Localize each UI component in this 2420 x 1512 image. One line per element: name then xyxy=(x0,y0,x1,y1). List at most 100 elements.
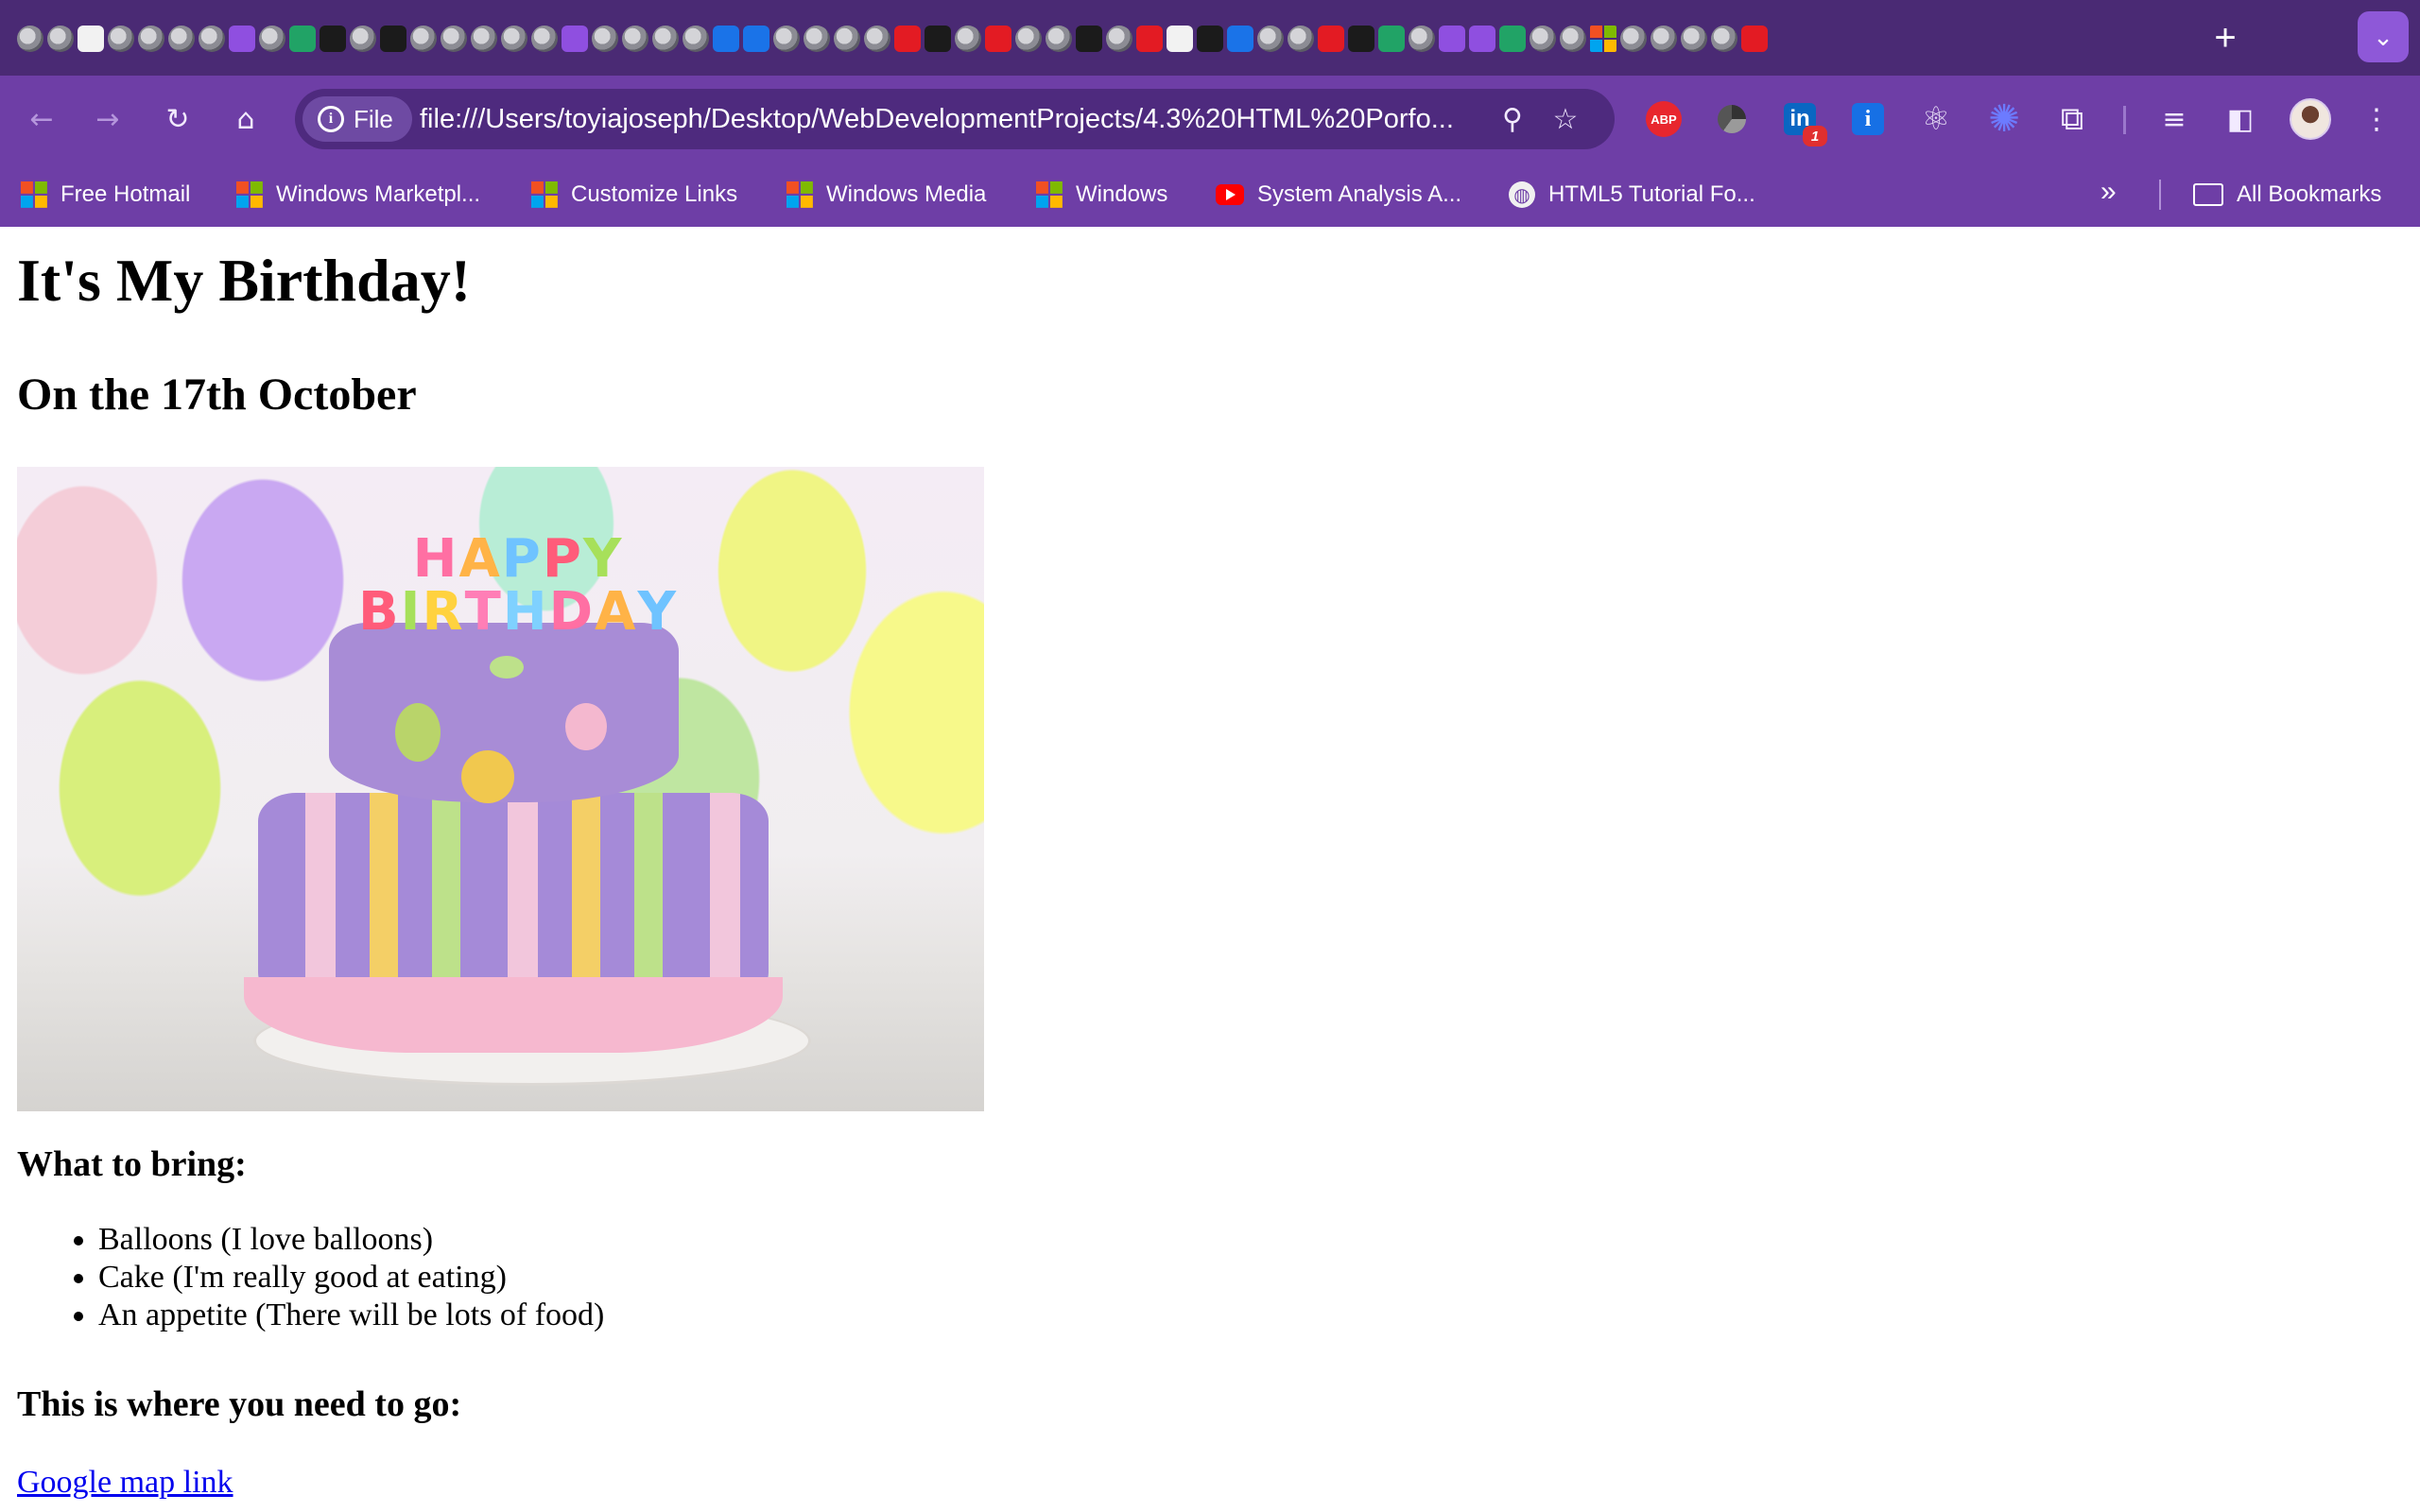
tab-favicon-icon[interactable] xyxy=(1076,26,1102,52)
profile-avatar[interactable] xyxy=(2290,98,2331,140)
extension-sun-button[interactable]: ✺ xyxy=(1981,96,2027,142)
tab-favicon-icon[interactable] xyxy=(1499,26,1526,52)
tab-favicon-icon[interactable] xyxy=(1560,26,1586,52)
tab-favicon-icon[interactable] xyxy=(1318,26,1344,52)
side-panel-button[interactable]: ◧ xyxy=(2218,96,2263,142)
tab-favicon-icon[interactable] xyxy=(531,26,558,52)
tab-favicon-icon[interactable] xyxy=(410,26,437,52)
url-text[interactable]: file:///Users/toyiajoseph/Desktop/WebDev… xyxy=(420,89,1497,149)
tab-favicon-icon[interactable] xyxy=(894,26,921,52)
tab-favicon-icon[interactable] xyxy=(1167,26,1193,52)
tab-favicon-icon[interactable] xyxy=(199,26,225,52)
web-page: It's My Birthday! On the 17th October HA… xyxy=(0,227,2420,1512)
tab-favicon-icon[interactable] xyxy=(1409,26,1435,52)
tab-favicon-icon[interactable] xyxy=(1197,26,1223,52)
bookmark-html5-tutorial[interactable]: ◍ HTML5 Tutorial Fo... xyxy=(1509,176,1755,214)
cake-dot xyxy=(565,703,607,750)
tab-favicon-icon[interactable] xyxy=(804,26,830,52)
all-bookmarks-button[interactable]: All Bookmarks xyxy=(2193,176,2381,214)
extension-button[interactable] xyxy=(1709,96,1754,142)
tab-search-button[interactable]: ⌄ xyxy=(2358,11,2409,62)
tab-favicon-icon[interactable] xyxy=(773,26,800,52)
adblock-extension-button[interactable]: ABP xyxy=(1641,96,1686,142)
bookmark-system-analysis[interactable]: System Analysis A... xyxy=(1216,176,1461,214)
tab-favicon-icon[interactable] xyxy=(1681,26,1707,52)
tab-favicon-icon[interactable] xyxy=(229,26,255,52)
bookmark-customize-links[interactable]: Customize Links xyxy=(531,176,737,214)
tab-favicon-icon[interactable] xyxy=(1378,26,1405,52)
tab-favicon-icon[interactable] xyxy=(1469,26,1495,52)
tab-favicon-icon[interactable] xyxy=(1288,26,1314,52)
tab-favicon-icon[interactable] xyxy=(1530,26,1556,52)
candle-row-happy: HAPPY xyxy=(357,533,679,586)
tab-favicon-icon[interactable] xyxy=(108,26,134,52)
tab-favicon-icon[interactable] xyxy=(320,26,346,52)
pinned-tab-favicons[interactable] xyxy=(17,21,2059,57)
tab-favicon-icon[interactable] xyxy=(1227,26,1253,52)
sun-icon: ✺ xyxy=(1988,98,2020,140)
reload-button[interactable]: ↻ xyxy=(155,96,200,142)
tab-favicon-icon[interactable] xyxy=(1015,26,1042,52)
tab-favicon-icon[interactable] xyxy=(683,26,709,52)
tab-favicon-icon[interactable] xyxy=(1136,26,1163,52)
bookmark-windows[interactable]: Windows xyxy=(1036,176,1167,214)
new-tab-button[interactable]: + xyxy=(2203,17,2248,62)
bookmark-windows-marketplace[interactable]: Windows Marketpl... xyxy=(236,176,480,214)
tab-favicon-icon[interactable] xyxy=(622,26,648,52)
google-map-link[interactable]: Google map link xyxy=(17,1465,233,1501)
tab-favicon-icon[interactable] xyxy=(1741,26,1768,52)
tab-favicon-icon[interactable] xyxy=(834,26,860,52)
tab-favicon-icon[interactable] xyxy=(562,26,588,52)
bookmarks-overflow-button[interactable]: » xyxy=(2100,176,2117,208)
tab-favicon-icon[interactable] xyxy=(1439,26,1465,52)
tab-favicon-icon[interactable] xyxy=(47,26,74,52)
list-item: Cake (I'm really good at eating) xyxy=(98,1259,604,1297)
tab-favicon-icon[interactable] xyxy=(380,26,406,52)
tab-favicon-icon[interactable] xyxy=(138,26,164,52)
tab-favicon-icon[interactable] xyxy=(289,26,316,52)
tab-favicon-icon[interactable] xyxy=(1046,26,1072,52)
tab-favicon-icon[interactable] xyxy=(592,26,618,52)
linkedin-extension-button[interactable]: in 1 xyxy=(1777,96,1827,146)
tab-favicon-icon[interactable] xyxy=(925,26,951,52)
tab-favicon-icon[interactable] xyxy=(1348,26,1374,52)
tab-favicon-icon[interactable] xyxy=(1590,26,1616,52)
tab-favicon-icon[interactable] xyxy=(743,26,769,52)
tab-favicon-icon[interactable] xyxy=(78,26,104,52)
info-square-icon: i xyxy=(1852,103,1884,135)
tab-favicon-icon[interactable] xyxy=(1257,26,1284,52)
tab-favicon-icon[interactable] xyxy=(1106,26,1132,52)
tab-favicon-icon[interactable] xyxy=(471,26,497,52)
tab-favicon-icon[interactable] xyxy=(168,26,195,52)
tab-favicon-icon[interactable] xyxy=(1651,26,1677,52)
tab-favicon-icon[interactable] xyxy=(259,26,285,52)
tab-favicon-icon[interactable] xyxy=(955,26,981,52)
tab-favicon-icon[interactable] xyxy=(501,26,527,52)
tab-favicon-icon[interactable] xyxy=(864,26,890,52)
tab-favicon-icon[interactable] xyxy=(1711,26,1737,52)
react-devtools-button[interactable]: ⚛ xyxy=(1913,96,1959,142)
candle-letter: I xyxy=(400,581,423,643)
puzzle-icon: ⧉ xyxy=(2060,100,2084,137)
tab-favicon-icon[interactable] xyxy=(1620,26,1647,52)
back-button[interactable]: ← xyxy=(19,96,64,142)
media-controls-button[interactable]: ≡ xyxy=(2152,96,2197,142)
tab-favicon-icon[interactable] xyxy=(652,26,679,52)
bookmark-windows-media[interactable]: Windows Media xyxy=(786,176,986,214)
tab-favicon-icon[interactable] xyxy=(350,26,376,52)
extensions-menu-button[interactable]: ⧉ xyxy=(2049,96,2095,142)
forward-button[interactable]: → xyxy=(85,96,130,142)
zoom-button[interactable]: ⚲ xyxy=(1490,96,1535,142)
site-info-chip[interactable]: i File xyxy=(302,96,412,142)
bookmark-star-button[interactable]: ☆ xyxy=(1543,96,1588,142)
browser-menu-button[interactable]: ⋮ xyxy=(2354,96,2399,142)
tab-favicon-icon[interactable] xyxy=(441,26,467,52)
candle-letter: Y xyxy=(582,528,624,590)
tab-favicon-icon[interactable] xyxy=(713,26,739,52)
home-button[interactable]: ⌂ xyxy=(223,96,268,142)
tab-favicon-icon[interactable] xyxy=(17,26,43,52)
tab-favicon-icon[interactable] xyxy=(985,26,1011,52)
address-bar[interactable]: i File file:///Users/toyiajoseph/Desktop… xyxy=(295,89,1615,149)
info-extension-button[interactable]: i xyxy=(1845,96,1891,142)
bookmark-free-hotmail[interactable]: Free Hotmail xyxy=(21,176,190,214)
